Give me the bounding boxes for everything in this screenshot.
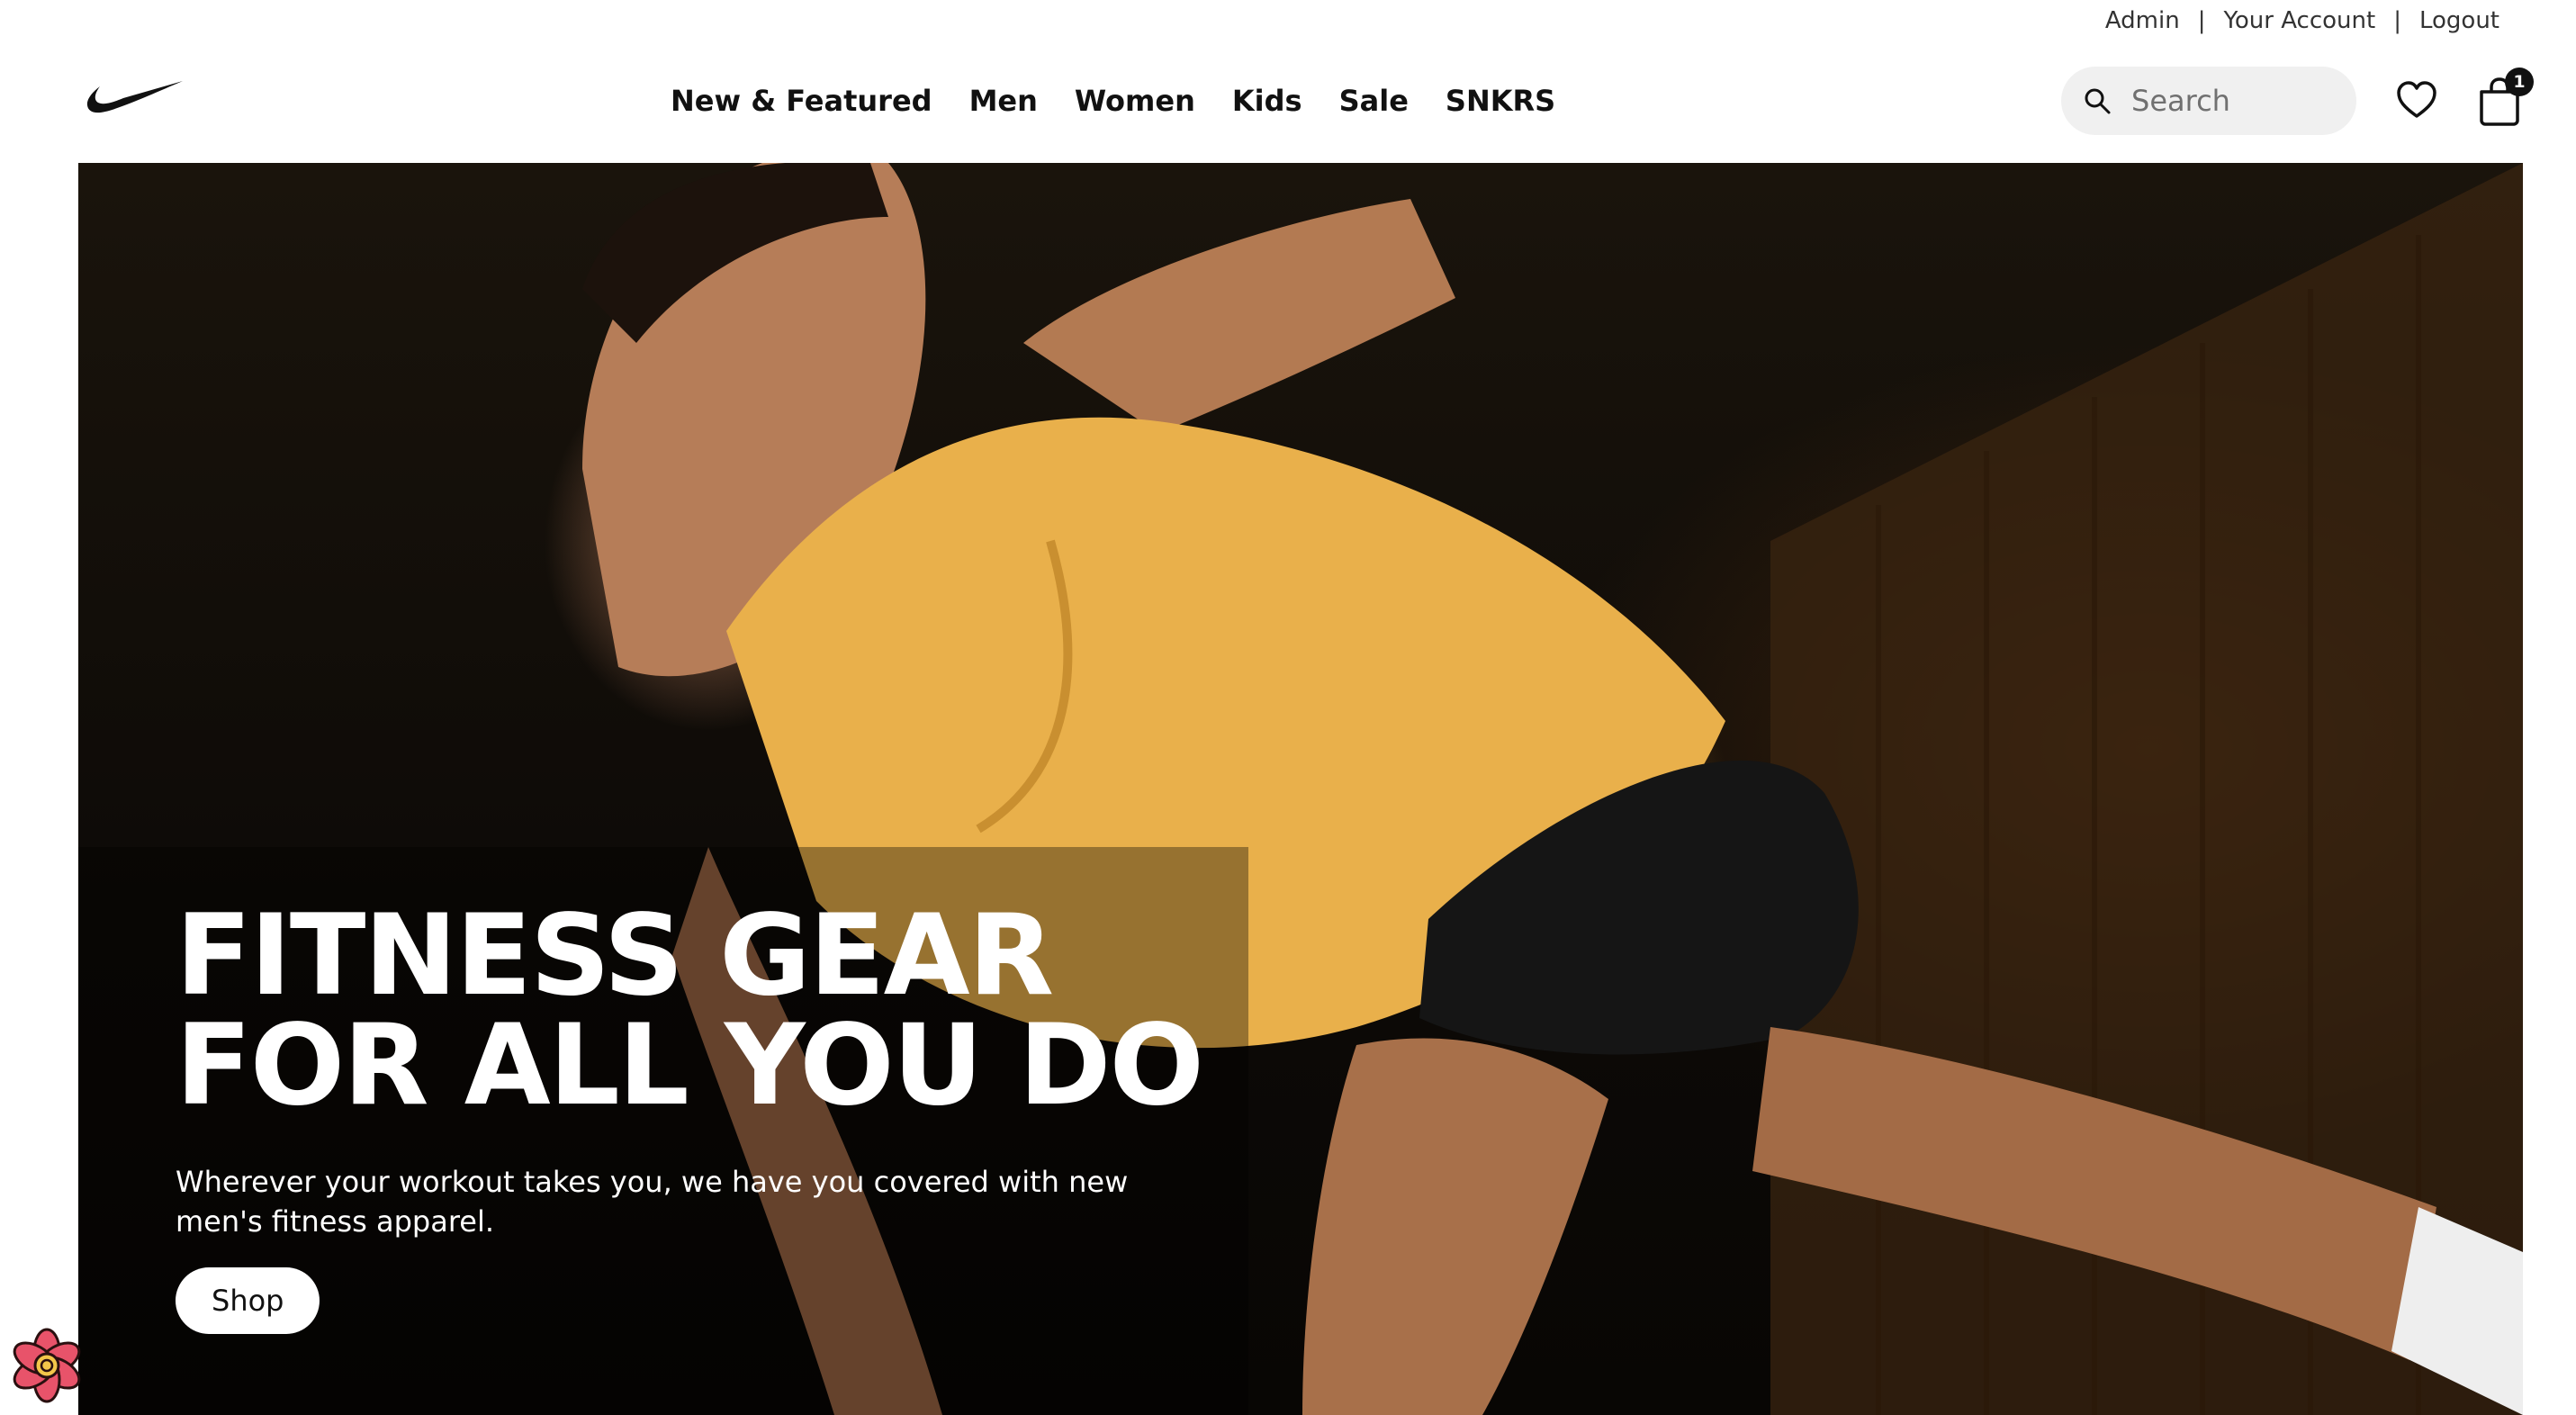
nav-men[interactable]: Men	[969, 84, 1038, 118]
utility-bar: Admin | Your Account | Logout	[2105, 0, 2499, 41]
main-header: New & Featured Men Women Kids Sale SNKRS…	[0, 41, 2576, 160]
admin-link[interactable]: Admin	[2105, 7, 2180, 34]
hero-subtitle: Wherever your workout takes you, we have…	[176, 1165, 1129, 1239]
nav-kids[interactable]: Kids	[1232, 84, 1302, 118]
your-account-link[interactable]: Your Account	[2223, 7, 2375, 34]
logout-link[interactable]: Logout	[2419, 7, 2499, 34]
hero-title: FITNESS GEAR FOR ALL YOU DO	[176, 891, 1204, 1131]
search-icon[interactable]	[2083, 86, 2112, 115]
shop-button[interactable]: Shop	[176, 1267, 320, 1334]
page: Admin | Your Account | Logout New & Feat…	[0, 0, 2576, 1415]
primary-nav: New & Featured Men Women Kids Sale SNKRS	[671, 41, 1555, 160]
utility-separator: |	[2393, 7, 2401, 34]
hero-banner: FITNESS GEAR FOR ALL YOU DO Wherever you…	[78, 163, 2523, 1415]
nav-sale[interactable]: Sale	[1339, 84, 1409, 118]
nav-women[interactable]: Women	[1075, 84, 1195, 118]
search-input[interactable]	[2131, 84, 2338, 118]
bag-count-badge: 1	[2505, 68, 2534, 96]
flower-badge-icon[interactable]	[9, 1328, 85, 1403]
nav-snkrs[interactable]: SNKRS	[1446, 84, 1555, 118]
nav-new-featured[interactable]: New & Featured	[671, 84, 932, 118]
heart-icon[interactable]	[2395, 78, 2438, 122]
utility-separator: |	[2197, 7, 2206, 34]
search-box[interactable]	[2061, 67, 2356, 135]
swoosh-logo-icon[interactable]	[86, 76, 185, 119]
